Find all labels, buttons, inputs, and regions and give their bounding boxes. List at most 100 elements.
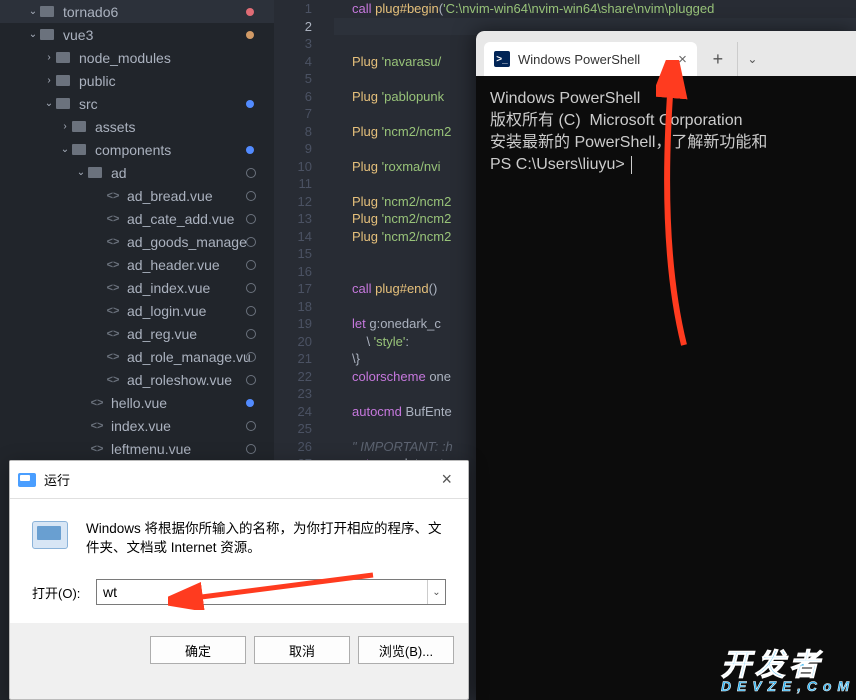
line-number: 11 <box>274 175 312 193</box>
tree-file[interactable]: ad_header.vue <box>0 253 274 276</box>
tree-folder[interactable]: ⌄components <box>0 138 274 161</box>
tree-folder[interactable]: ›public <box>0 69 274 92</box>
status-circle-icon <box>246 260 256 270</box>
run-icon <box>18 473 36 487</box>
vue-file-icon <box>104 190 122 202</box>
line-number: 24 <box>274 403 312 421</box>
run-button-row: 确定 取消 浏览(B)... <box>10 623 468 677</box>
status-circle-icon <box>246 329 256 339</box>
run-combobox[interactable]: ⌄ <box>96 579 446 605</box>
line-number: 4 <box>274 53 312 71</box>
status-dot-icon <box>246 399 254 407</box>
folder-icon <box>56 97 74 111</box>
tree-file[interactable]: hello.vue <box>0 391 274 414</box>
line-number: 1 <box>274 0 312 18</box>
vue-file-icon <box>88 420 106 432</box>
cursor-icon <box>631 156 632 174</box>
vue-file-icon <box>104 236 122 248</box>
vue-file-icon <box>104 282 122 294</box>
line-number: 2 <box>274 18 312 36</box>
vue-file-icon <box>104 374 122 386</box>
line-number: 10 <box>274 158 312 176</box>
line-number: 20 <box>274 333 312 351</box>
tree-file[interactable]: ad_login.vue <box>0 299 274 322</box>
close-icon[interactable]: × <box>678 51 687 68</box>
run-large-icon <box>32 521 68 549</box>
folder-icon <box>40 5 58 19</box>
cancel-button[interactable]: 取消 <box>254 636 350 664</box>
tree-file[interactable]: ad_roleshow.vue <box>0 368 274 391</box>
chevron-down-icon[interactable]: ⌄ <box>427 580 445 604</box>
terminal-line: PS C:\Users\liuyu> <box>490 154 842 176</box>
tree-file[interactable]: ad_index.vue <box>0 276 274 299</box>
vue-file-icon <box>104 328 122 340</box>
tab-dropdown-button[interactable]: ⌄ <box>737 42 767 76</box>
tree-file[interactable]: ad_goods_manage <box>0 230 274 253</box>
vue-file-icon <box>104 305 122 317</box>
tree-file[interactable]: ad_cate_add.vue <box>0 207 274 230</box>
folder-icon <box>56 51 74 65</box>
folder-icon <box>88 166 106 180</box>
line-number: 26 <box>274 438 312 456</box>
code-line: call plug#begin('C:\nvim-win64\nvim-win6… <box>352 0 856 18</box>
line-number: 16 <box>274 263 312 281</box>
folder-icon <box>72 120 90 134</box>
terminal-content[interactable]: Windows PowerShell版权所有 (C) Microsoft Cor… <box>476 76 856 188</box>
folder-icon <box>40 28 58 42</box>
tree-file[interactable]: ad_reg.vue <box>0 322 274 345</box>
line-number: 14 <box>274 228 312 246</box>
status-dot-icon <box>246 100 254 108</box>
tree-item-label: assets <box>95 119 274 135</box>
tree-item-label: vue3 <box>63 27 274 43</box>
terminal-window: >_ Windows PowerShell × + ⌄ Windows Powe… <box>476 31 856 700</box>
tree-file[interactable]: ad_bread.vue <box>0 184 274 207</box>
terminal-tab-title: Windows PowerShell <box>518 52 640 67</box>
tree-folder[interactable]: ⌄vue3 <box>0 23 274 46</box>
new-tab-button[interactable]: + <box>701 42 735 76</box>
line-number: 3 <box>274 35 312 53</box>
terminal-line: Windows PowerShell <box>490 88 842 110</box>
tree-file[interactable]: ad_role_manage.vu <box>0 345 274 368</box>
terminal-tabbar: >_ Windows PowerShell × + ⌄ <box>476 31 856 76</box>
close-icon[interactable]: × <box>433 469 460 490</box>
chevron-icon: ⌄ <box>58 143 72 157</box>
run-dialog-titlebar: 运行 × <box>10 461 468 499</box>
chevron-icon: ⌄ <box>42 97 56 111</box>
tree-file[interactable]: leftmenu.vue <box>0 437 274 460</box>
status-circle-icon <box>246 444 256 454</box>
folder-icon <box>56 74 74 88</box>
line-number: 21 <box>274 350 312 368</box>
tree-item-label: public <box>79 73 274 89</box>
tree-item-label: node_modules <box>79 50 274 66</box>
tree-folder[interactable]: ⌄tornado6 <box>0 0 274 23</box>
terminal-line: 版权所有 (C) Microsoft Corporation <box>490 110 842 132</box>
browse-button[interactable]: 浏览(B)... <box>358 636 454 664</box>
run-dialog: 运行 × Windows 将根据你所输入的名称，为你打开相应的程序、文件夹、文档… <box>9 460 469 700</box>
tree-folder[interactable]: ⌄ad <box>0 161 274 184</box>
tree-folder[interactable]: ⌄src <box>0 92 274 115</box>
status-circle-icon <box>246 168 256 178</box>
status-circle-icon <box>246 306 256 316</box>
line-number: 13 <box>274 210 312 228</box>
line-number: 6 <box>274 88 312 106</box>
terminal-tab-powershell[interactable]: >_ Windows PowerShell × <box>484 42 697 76</box>
line-number: 19 <box>274 315 312 333</box>
open-label: 打开(O): <box>32 583 88 602</box>
tree-item-label: tornado6 <box>63 4 274 20</box>
run-input[interactable] <box>97 580 427 604</box>
line-number: 25 <box>274 420 312 438</box>
line-number: 9 <box>274 140 312 158</box>
powershell-icon: >_ <box>494 51 510 67</box>
chevron-icon: › <box>42 51 56 65</box>
tree-folder[interactable]: › assets <box>0 115 274 138</box>
status-dot-icon <box>246 146 254 154</box>
line-number: 18 <box>274 298 312 316</box>
vue-file-icon <box>104 351 122 363</box>
tree-folder[interactable]: › node_modules <box>0 46 274 69</box>
line-number: 7 <box>274 105 312 123</box>
chevron-icon: › <box>58 120 72 134</box>
status-circle-icon <box>246 375 256 385</box>
ok-button[interactable]: 确定 <box>150 636 246 664</box>
tree-file[interactable]: index.vue <box>0 414 274 437</box>
line-number: 8 <box>274 123 312 141</box>
